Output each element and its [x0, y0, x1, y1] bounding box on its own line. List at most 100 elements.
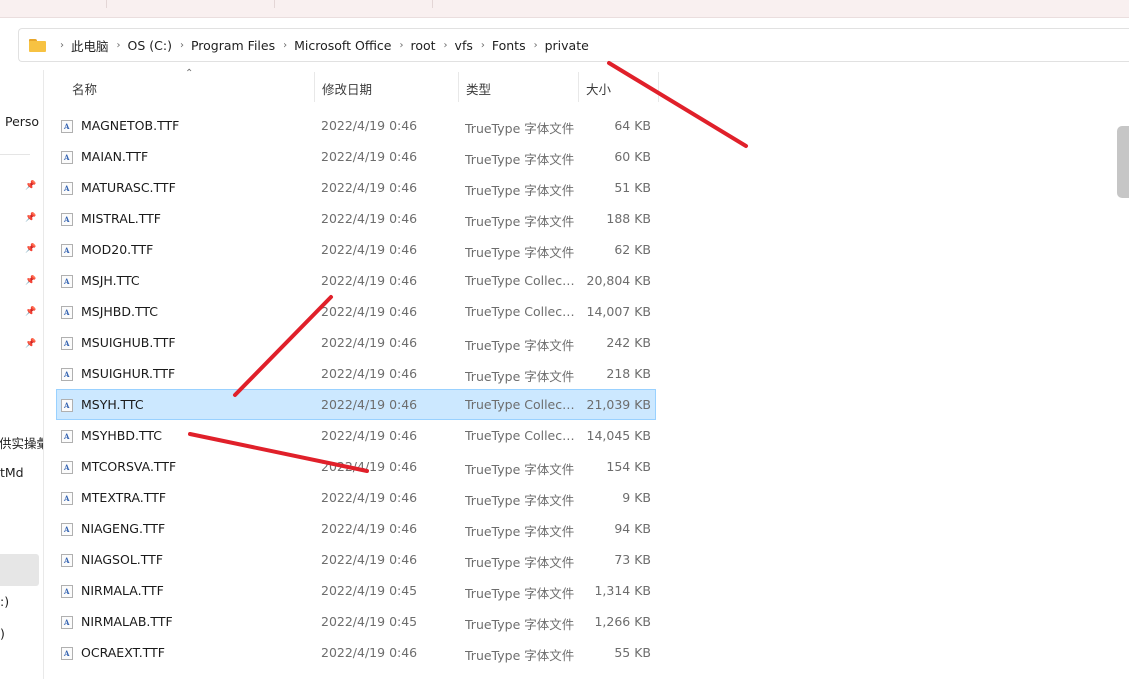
file-size: 51 KB	[614, 180, 651, 195]
file-size: 94 KB	[614, 521, 651, 536]
file-row[interactable]: MSUIGHUB.TTF 2022/4/19 0:46 TrueType 字体文件 2…	[56, 327, 656, 358]
file-type: TrueType 字体文件	[465, 555, 575, 570]
nav-item-selected[interactable]	[0, 554, 39, 586]
font-file-icon	[61, 616, 73, 629]
breadcrumb-item[interactable]: Microsoft Office	[294, 38, 391, 53]
column-divider[interactable]	[658, 72, 659, 102]
chevron-right-icon[interactable]: ›	[399, 40, 403, 51]
column-header-modified[interactable]: 修改日期	[314, 72, 458, 104]
font-file-icon	[61, 213, 73, 226]
nav-item-drive[interactable]: :)	[0, 594, 9, 609]
file-name: MSUIGHUB.TTF	[81, 335, 176, 350]
column-header-name[interactable]: 名称	[64, 72, 314, 104]
file-row[interactable]: MSUIGHUR.TTF 2022/4/19 0:46 TrueType 字体文件 2…	[56, 358, 656, 389]
file-size: 1,314 KB	[594, 583, 651, 598]
file-name: MISTRAL.TTF	[81, 211, 161, 226]
font-file-icon	[61, 275, 73, 288]
file-row[interactable]: MTEXTRA.TTF 2022/4/19 0:46 TrueType 字体文件 9 …	[56, 482, 656, 513]
navigation-pane: Perso 📌 📌 📌 📌 📌 📌 供实操彙 tMd :) )	[0, 70, 44, 679]
chevron-right-icon[interactable]: ›	[283, 40, 287, 51]
file-type: TrueType 字体文件	[465, 369, 575, 384]
nav-item-folder[interactable]: tMd	[0, 465, 24, 480]
file-name: NIRMALA.TTF	[81, 583, 164, 598]
font-file-icon	[61, 461, 73, 474]
file-row[interactable]: NIRMALAB.TTF 2022/4/19 0:45 TrueType 字体文件 1…	[56, 606, 656, 637]
file-name: NIAGSOL.TTF	[81, 552, 164, 567]
file-name: MOD20.TTF	[81, 242, 154, 257]
nav-item-folder[interactable]: 供实操彙	[0, 433, 44, 452]
file-name: MATURASC.TTF	[81, 180, 176, 195]
chevron-right-icon[interactable]: ›	[444, 40, 448, 51]
font-file-icon	[61, 244, 73, 257]
pin-icon[interactable]: 📌	[25, 276, 36, 286]
file-modified: 2022/4/19 0:46	[321, 304, 418, 319]
font-file-icon	[61, 120, 73, 133]
file-name: MTEXTRA.TTF	[81, 490, 167, 505]
file-row[interactable]: NIAGENG.TTF 2022/4/19 0:46 TrueType 字体文件 94…	[56, 513, 656, 544]
font-file-icon	[61, 337, 73, 350]
file-size: 188 KB	[606, 211, 651, 226]
column-header-type[interactable]: 类型	[458, 72, 578, 104]
file-modified: 2022/4/19 0:46	[321, 459, 418, 474]
file-name: MTCORSVA.TTF	[81, 459, 177, 474]
file-name: MAGNETOB.TTF	[81, 118, 180, 133]
file-row[interactable]: NIRMALA.TTF 2022/4/19 0:45 TrueType 字体文件 1,…	[56, 575, 656, 606]
breadcrumb-item[interactable]: OS (C:)	[128, 38, 172, 53]
chevron-right-icon[interactable]: ›	[60, 40, 64, 51]
font-file-icon	[61, 647, 73, 660]
breadcrumb-item[interactable]: Fonts	[492, 38, 526, 53]
file-modified: 2022/4/19 0:46	[321, 521, 418, 536]
chevron-right-icon[interactable]: ›	[534, 40, 538, 51]
tab-divider	[432, 0, 433, 8]
file-modified: 2022/4/19 0:46	[321, 645, 418, 660]
file-type: TrueType 字体文件	[465, 183, 575, 198]
file-name: MSJHBD.TTC	[81, 304, 159, 319]
file-row[interactable]: MSJH.TTC 2022/4/19 0:46 TrueType Collect..…	[56, 265, 656, 296]
file-row[interactable]: MAIAN.TTF 2022/4/19 0:46 TrueType 字体文件 60 K…	[56, 141, 656, 172]
vertical-scrollbar[interactable]	[1117, 126, 1129, 198]
breadcrumb-item[interactable]: Program Files	[191, 38, 275, 53]
pin-icon[interactable]: 📌	[25, 213, 36, 223]
file-type: TrueType Collect...	[465, 428, 575, 443]
nav-item-drive[interactable]: )	[0, 626, 5, 641]
chevron-right-icon[interactable]: ›	[481, 40, 485, 51]
pin-icon[interactable]: 📌	[25, 244, 36, 254]
chevron-right-icon[interactable]: ›	[117, 40, 121, 51]
file-row[interactable]: OCRAEXT.TTF 2022/4/19 0:46 TrueType 字体文件 55…	[56, 637, 656, 668]
address-bar[interactable]: › 此电脑 › OS (C:) › Program Files › Micros…	[18, 28, 1129, 62]
file-type: TrueType 字体文件	[465, 214, 575, 229]
pin-icon[interactable]: 📌	[25, 339, 36, 349]
breadcrumb-item[interactable]: 此电脑	[71, 36, 109, 55]
pin-icon[interactable]: 📌	[25, 307, 36, 317]
breadcrumb-item-current[interactable]: private	[545, 38, 589, 53]
file-modified: 2022/4/19 0:46	[321, 552, 418, 567]
file-size: 60 KB	[614, 149, 651, 164]
file-name: NIAGENG.TTF	[81, 521, 166, 536]
file-row[interactable]: MAGNETOB.TTF 2022/4/19 0:46 TrueType 字体文件 6…	[56, 110, 656, 141]
column-header-size[interactable]: 大小	[578, 72, 658, 104]
pin-icon[interactable]: 📌	[25, 181, 36, 191]
breadcrumb-item[interactable]: root	[410, 38, 435, 53]
file-type: TrueType 字体文件	[465, 338, 575, 353]
file-row[interactable]: MISTRAL.TTF 2022/4/19 0:46 TrueType 字体文件 18…	[56, 203, 656, 234]
file-type: TrueType 字体文件	[465, 462, 575, 477]
file-row-selected[interactable]: MSYH.TTC 2022/4/19 0:46 TrueType Collect..…	[56, 389, 656, 420]
file-modified: 2022/4/19 0:46	[321, 490, 418, 505]
file-size: 21,039 KB	[586, 397, 651, 412]
nav-item-personal[interactable]: Perso	[5, 114, 39, 129]
file-row[interactable]: MATURASC.TTF 2022/4/19 0:46 TrueType 字体文件 5…	[56, 172, 656, 203]
file-type: TrueType Collect...	[465, 273, 575, 288]
file-row[interactable]: NIAGSOL.TTF 2022/4/19 0:46 TrueType 字体文件 73…	[56, 544, 656, 575]
file-row[interactable]: MOD20.TTF 2022/4/19 0:46 TrueType 字体文件 62 K…	[56, 234, 656, 265]
chevron-right-icon[interactable]: ›	[180, 40, 184, 51]
file-row[interactable]: MTCORSVA.TTF 2022/4/19 0:46 TrueType 字体文件 1…	[56, 451, 656, 482]
breadcrumb-item[interactable]: vfs	[455, 38, 473, 53]
font-file-icon	[61, 523, 73, 536]
file-row[interactable]: MSYHBD.TTC 2022/4/19 0:46 TrueType Collect…	[56, 420, 656, 451]
file-modified: 2022/4/19 0:46	[321, 211, 418, 226]
file-row[interactable]: MSJHBD.TTC 2022/4/19 0:46 TrueType Collect…	[56, 296, 656, 327]
file-type: TrueType 字体文件	[465, 586, 575, 601]
file-modified: 2022/4/19 0:46	[321, 428, 418, 443]
nav-divider	[0, 154, 30, 155]
tab-divider	[106, 0, 107, 8]
